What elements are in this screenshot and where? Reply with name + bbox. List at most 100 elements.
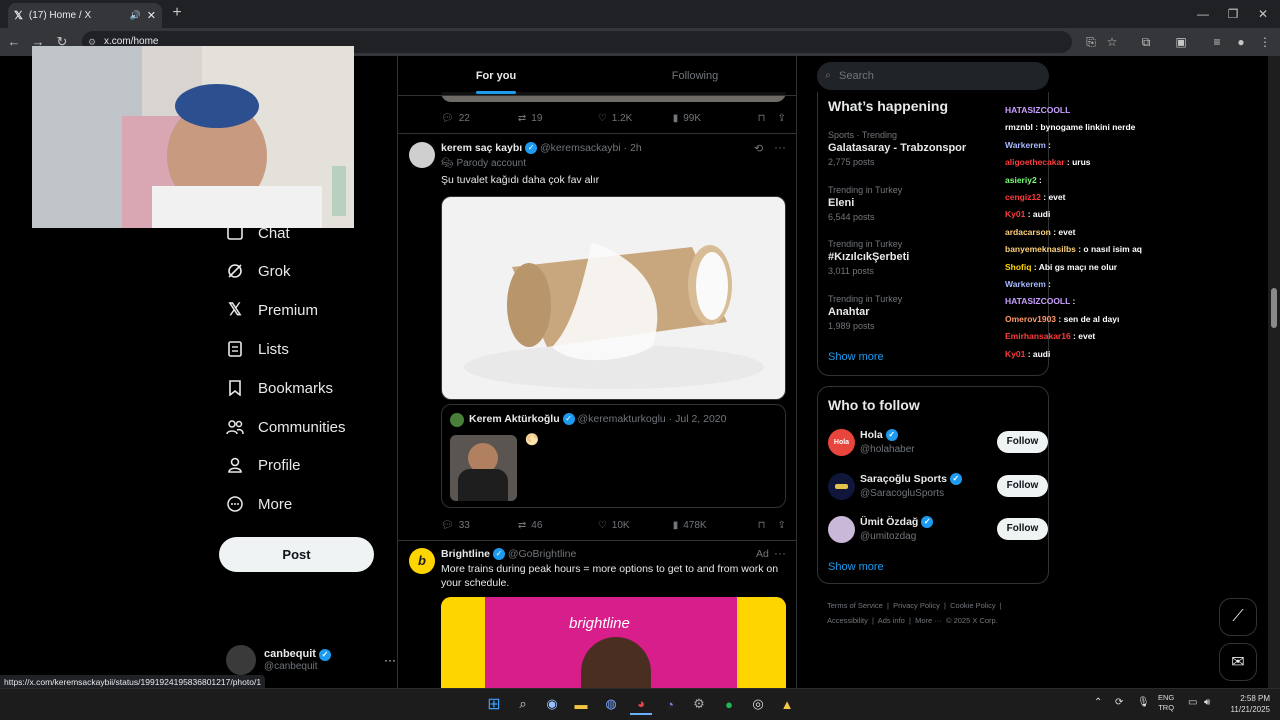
search-input[interactable]: ⌕ Search [817,62,1049,90]
profile-avatar-icon[interactable]: ● [1232,33,1250,51]
reply-button[interactable]: 💬︎ 33 [441,520,518,531]
trend-name: Galatasaray - Trabzonspor [828,142,967,154]
repost-button[interactable]: ⇄ 46 [518,520,598,531]
tray-chevron-icon[interactable]: ⌃ [1094,697,1102,708]
trend-item[interactable]: Sports · Trending Galatasaray - Trabzons… [828,129,966,168]
more-icon[interactable]: ··· [774,140,786,154]
bookmark-star-icon[interactable]: ☆ [1103,33,1121,51]
account-switcher[interactable]: canbequit ✓ @canbequit ··· [226,640,396,680]
footer-link[interactable]: Ads info [878,616,905,625]
ad-image[interactable]: brightline [441,597,786,700]
footer-link[interactable]: Cookie Policy [950,601,995,610]
reply-button[interactable]: 💬︎ 22 [441,113,518,124]
file-explorer-icon[interactable]: ▬ [570,693,592,715]
messages-fab-button[interactable]: ✉ [1219,643,1257,681]
follow-button[interactable]: Follow [997,475,1048,497]
post-time[interactable]: · 2h [624,142,642,154]
windows-start-icon[interactable]: ⊞ [483,693,505,715]
app-icon[interactable]: ▲ [776,693,798,715]
browser-tab[interactable]: 𝕏 (17) Home / X 🔊 ✕ [8,3,162,28]
maximize-button[interactable]: ❐ [1218,4,1248,24]
nav-grok[interactable]: Grok [226,258,291,284]
post-button[interactable]: Post [219,537,374,572]
post-image[interactable] [441,196,786,400]
author-handle[interactable]: @GoBrightline [508,548,576,560]
menu-kebab-icon[interactable]: ⋮ [1256,33,1274,51]
repost-count: 46 [531,519,543,531]
tab-following[interactable]: Following [594,56,796,96]
volume-icon[interactable]: 🔊︎ [1204,697,1210,708]
minimize-button[interactable]: — [1188,4,1218,24]
grok-icon[interactable]: ⟲ [754,142,763,155]
like-button[interactable]: ♡ 10K [598,520,673,531]
quote-image[interactable] [450,435,517,501]
tab-close-icon[interactable]: ✕ [147,9,156,22]
brightline-logo[interactable]: b [409,548,435,574]
clock[interactable]: 2:58 PM 11/21/2025 [1224,693,1270,715]
follow-suggestion[interactable]: Saraçoğlu Sports ✓ @SaracogluSports Foll… [828,473,1048,501]
bookmark-button[interactable]: ⊓ [758,113,778,124]
author-name[interactable]: Brightline [441,548,490,560]
show-more-link[interactable]: Show more [828,351,884,363]
network-icon[interactable]: ▭ [1188,697,1197,708]
page-scrollbar[interactable] [1268,56,1280,700]
new-tab-button[interactable]: + [168,4,186,22]
nav-communities[interactable]: Communities [226,414,346,440]
verified-badge-icon: ✓ [525,142,538,155]
scrollbar-thumb[interactable] [1271,288,1277,328]
spotify-icon[interactable]: ● [718,693,740,715]
repost-count: 19 [531,112,543,124]
grok-fab-button[interactable]: ⟋ [1219,598,1257,636]
quoted-post[interactable]: Kerem Aktürkoğlu ✓ @keremakturkoglu · Ju… [441,404,786,508]
more-icon[interactable]: ··· [384,653,396,667]
follow-button[interactable]: Follow [997,518,1048,540]
bookmark-button[interactable]: ⊓ [758,520,778,531]
nav-lists[interactable]: Lists [226,336,289,362]
trend-item[interactable]: Trending in Turkey Anahtar 1,989 posts [828,293,902,332]
follow-suggestion[interactable]: Hola Hola ✓ @holahaber Follow [828,429,1048,457]
back-icon[interactable]: ← [4,32,24,52]
discord-icon[interactable]: ◔ [659,693,681,715]
install-app-icon[interactable]: ⎘ [1082,33,1100,51]
sidepanel-icon[interactable]: ▣ [1172,33,1190,51]
media-icon[interactable]: ≡ [1208,33,1226,51]
nav-premium[interactable]: 𝕏 Premium [226,297,318,323]
steam-icon[interactable]: ◉ [541,693,563,715]
author-handle[interactable]: @keremsackaybi [540,142,621,154]
chrome-icon[interactable]: ◕ [630,693,652,715]
views-button[interactable]: ▮ 99K [673,113,758,124]
like-button[interactable]: ♡ 1.2K [598,113,673,124]
tab-for-you[interactable]: For you [398,56,594,96]
more-icon[interactable]: ··· [774,546,786,560]
verified-badge-icon: ✓ [921,516,934,529]
trend-item[interactable]: Trending in Turkey #KızılcıkŞerbeti 3,01… [828,238,909,277]
window-close-button[interactable]: ✕ [1248,4,1278,24]
obs-icon[interactable]: ◎ [747,693,769,715]
nav-bookmarks[interactable]: Bookmarks [226,375,333,401]
footer-link[interactable]: Terms of Service [827,601,883,610]
microphone-icon[interactable]: 🎙︎ [1137,697,1150,708]
language-indicator[interactable]: ENG TRQ [1158,693,1174,713]
footer-link[interactable]: Accessibility [827,616,868,625]
avatar[interactable] [409,142,435,168]
share-button[interactable]: ⇪ [778,520,786,531]
follow-button[interactable]: Follow [997,431,1048,453]
nav-profile[interactable]: Profile [226,452,301,478]
app-icon[interactable]: ◍ [600,693,622,715]
views-button[interactable]: ▮ 478K [673,520,758,531]
audio-icon[interactable]: 🔊 [130,10,141,21]
repost-button[interactable]: ⇄ 19 [518,113,598,124]
extensions-icon[interactable]: ⧉ [1137,33,1155,51]
tray-app-icon[interactable]: ⟳ [1115,697,1123,708]
search-icon[interactable]: ⌕ [512,693,534,715]
footer-link[interactable]: Privacy Policy [893,601,940,610]
show-more-link[interactable]: Show more [828,561,884,573]
author-name[interactable]: kerem saç kaybı [441,142,522,154]
nav-more[interactable]: More [226,491,292,517]
footer-link[interactable]: More ··· [915,616,942,625]
trend-item[interactable]: Trending in Turkey Eleni 6,544 posts [828,184,902,223]
follow-suggestion[interactable]: Ümit Özdağ ✓ @umitozdag Follow [828,516,1048,544]
chat-message: HATASIZCOOLL [1005,102,1205,119]
settings-icon[interactable]: ⚙ [688,693,710,715]
share-button[interactable]: ⇪ [778,113,786,124]
